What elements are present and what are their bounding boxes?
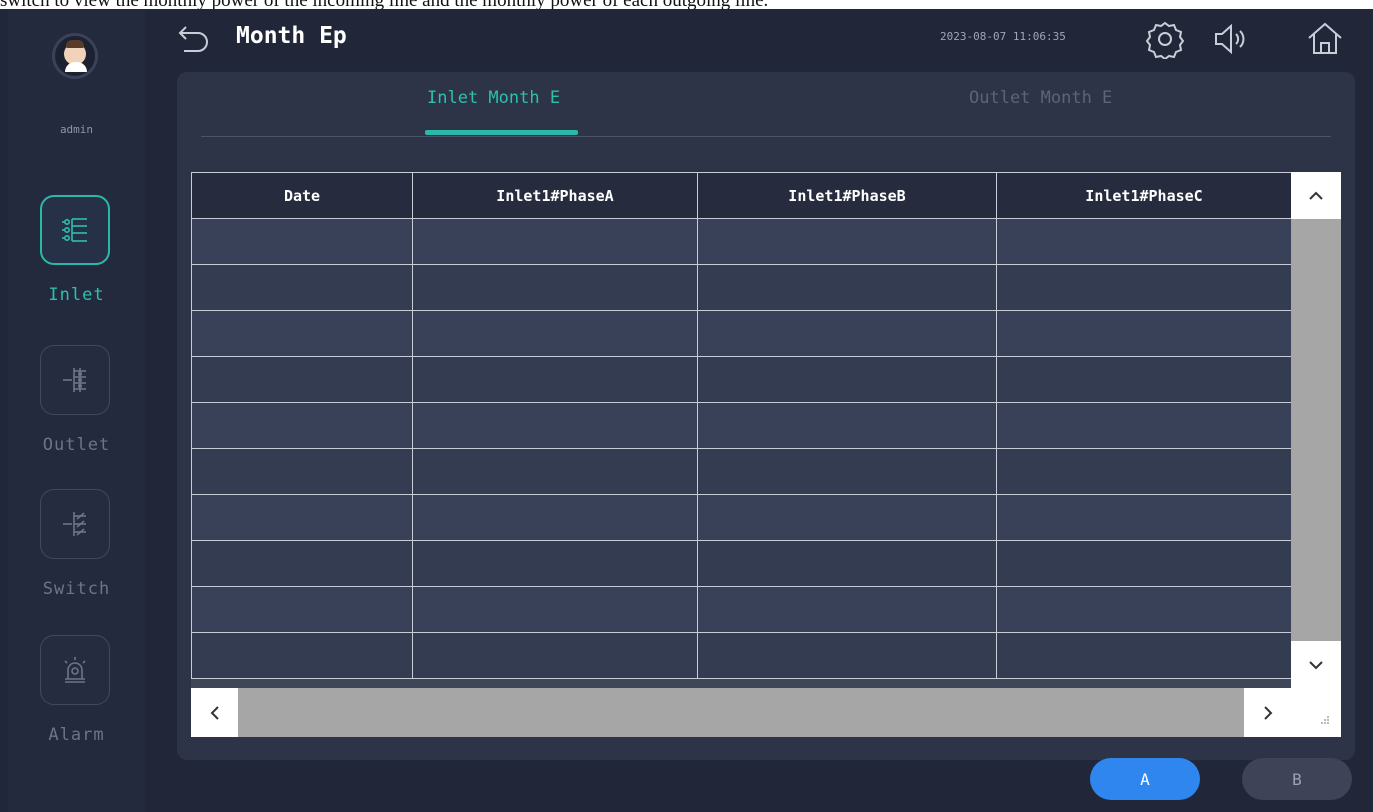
scroll-left-button[interactable] (191, 688, 238, 737)
active-tab-indicator (425, 130, 578, 135)
table-row[interactable] (191, 586, 1292, 633)
user-name: admin (59, 123, 94, 136)
scroll-right-button[interactable] (1244, 688, 1291, 737)
table-row[interactable] (191, 632, 1292, 679)
table-cell[interactable] (191, 448, 413, 495)
speaker-icon[interactable] (1210, 19, 1250, 59)
table-cell[interactable] (191, 264, 413, 311)
alarm-light-icon (64, 657, 86, 683)
table-cell[interactable] (191, 218, 413, 265)
table-cell[interactable] (412, 402, 698, 449)
list-settings-icon (62, 218, 87, 242)
table-cell[interactable] (412, 218, 698, 265)
table-cell[interactable] (191, 586, 413, 633)
datetime: 2023-08-07 11:06:35 (940, 30, 1066, 43)
table-cell[interactable] (412, 448, 698, 495)
table-cell[interactable] (412, 356, 698, 403)
table-cell[interactable] (191, 310, 413, 357)
column-header-date[interactable]: Date (191, 172, 413, 219)
table-cell[interactable] (996, 540, 1292, 587)
table-cell[interactable] (697, 356, 997, 403)
resize-grip-icon (1321, 716, 1329, 724)
chevron-up-icon (1309, 191, 1323, 200)
table-cell[interactable] (191, 540, 413, 587)
table-cell[interactable] (697, 494, 997, 541)
table-cell[interactable] (996, 632, 1292, 679)
back-icon[interactable] (176, 21, 212, 57)
chevron-right-icon (1263, 705, 1272, 720)
app-window: admin Inlet Outlet Switch Alarm Month Ep… (0, 9, 1373, 812)
tab-inlet-month[interactable]: Inlet Month E (427, 86, 560, 110)
table-cell[interactable] (412, 632, 698, 679)
tab-outlet-month[interactable]: Outlet Month E (969, 86, 1112, 110)
home-icon[interactable] (1305, 19, 1345, 59)
button-a[interactable]: A (1090, 758, 1200, 800)
nav-box-alarm[interactable] (40, 635, 110, 705)
table-cell[interactable] (996, 448, 1292, 495)
table-cell[interactable] (412, 586, 698, 633)
table-cell[interactable] (697, 402, 997, 449)
table-cell[interactable] (697, 632, 997, 679)
table-cell[interactable] (191, 402, 413, 449)
table-cell[interactable] (697, 448, 997, 495)
table-row[interactable] (191, 264, 1292, 311)
table-cell[interactable] (412, 310, 698, 357)
table-row[interactable] (191, 356, 1292, 403)
table-cell[interactable] (697, 264, 997, 311)
button-b[interactable]: B (1242, 758, 1352, 800)
table-row[interactable] (191, 448, 1292, 495)
distribution-icon (63, 368, 86, 392)
scroll-down-button[interactable] (1291, 641, 1341, 688)
table-row[interactable] (191, 494, 1292, 541)
chevron-down-icon (1309, 660, 1323, 669)
nav-box-inlet[interactable] (40, 195, 110, 265)
nav-box-outlet[interactable] (40, 345, 110, 415)
table-cell[interactable] (191, 632, 413, 679)
table-row[interactable] (191, 218, 1292, 265)
avatar[interactable] (52, 33, 98, 79)
table-cell[interactable] (697, 310, 997, 357)
table-row[interactable] (191, 402, 1292, 449)
switch-icon (63, 512, 86, 536)
nav-box-switch[interactable] (40, 489, 110, 559)
table-body (191, 218, 1292, 679)
table-cell[interactable] (191, 494, 413, 541)
table-cell[interactable] (412, 540, 698, 587)
table-row[interactable] (191, 310, 1292, 357)
table-cell[interactable] (996, 310, 1292, 357)
page-title: Month Ep (236, 23, 347, 49)
table-cell[interactable] (996, 494, 1292, 541)
scroll-up-button[interactable] (1291, 172, 1341, 219)
column-header-phase-a[interactable]: Inlet1#PhaseA (412, 172, 698, 219)
vertical-scrollbar[interactable] (1291, 172, 1341, 688)
table-cell[interactable] (996, 402, 1292, 449)
settings-icon[interactable] (1145, 19, 1185, 59)
data-table: Date Inlet1#PhaseA Inlet1#PhaseB Inlet1#… (191, 172, 1292, 679)
table-cell[interactable] (697, 218, 997, 265)
nav-label-outlet: Outlet (42, 435, 111, 455)
nav-label-inlet: Inlet (48, 285, 105, 305)
column-header-phase-b[interactable]: Inlet1#PhaseB (697, 172, 997, 219)
chevron-left-icon (210, 705, 219, 720)
horizontal-scrollbar[interactable] (191, 688, 1291, 737)
data-table-container: Date Inlet1#PhaseA Inlet1#PhaseB Inlet1#… (191, 172, 1341, 737)
table-cell[interactable] (996, 586, 1292, 633)
table-cell[interactable] (412, 264, 698, 311)
table-cell[interactable] (697, 540, 997, 587)
table-cell[interactable] (996, 356, 1292, 403)
table-cell[interactable] (697, 586, 997, 633)
scrollbar-corner (1291, 688, 1341, 737)
table-cell[interactable] (996, 264, 1292, 311)
column-header-phase-c[interactable]: Inlet1#PhaseC (996, 172, 1292, 219)
tab-divider (201, 136, 1331, 137)
table-cell[interactable] (191, 356, 413, 403)
nav-label-switch: Switch (42, 579, 111, 599)
nav-label-alarm: Alarm (48, 725, 105, 745)
sidebar: admin Inlet Outlet Switch Alarm (8, 9, 145, 812)
avatar-body (65, 62, 87, 72)
table-row[interactable] (191, 540, 1292, 587)
table-cell[interactable] (412, 494, 698, 541)
table-header-row: Date Inlet1#PhaseA Inlet1#PhaseB Inlet1#… (191, 172, 1292, 219)
table-cell[interactable] (996, 218, 1292, 265)
